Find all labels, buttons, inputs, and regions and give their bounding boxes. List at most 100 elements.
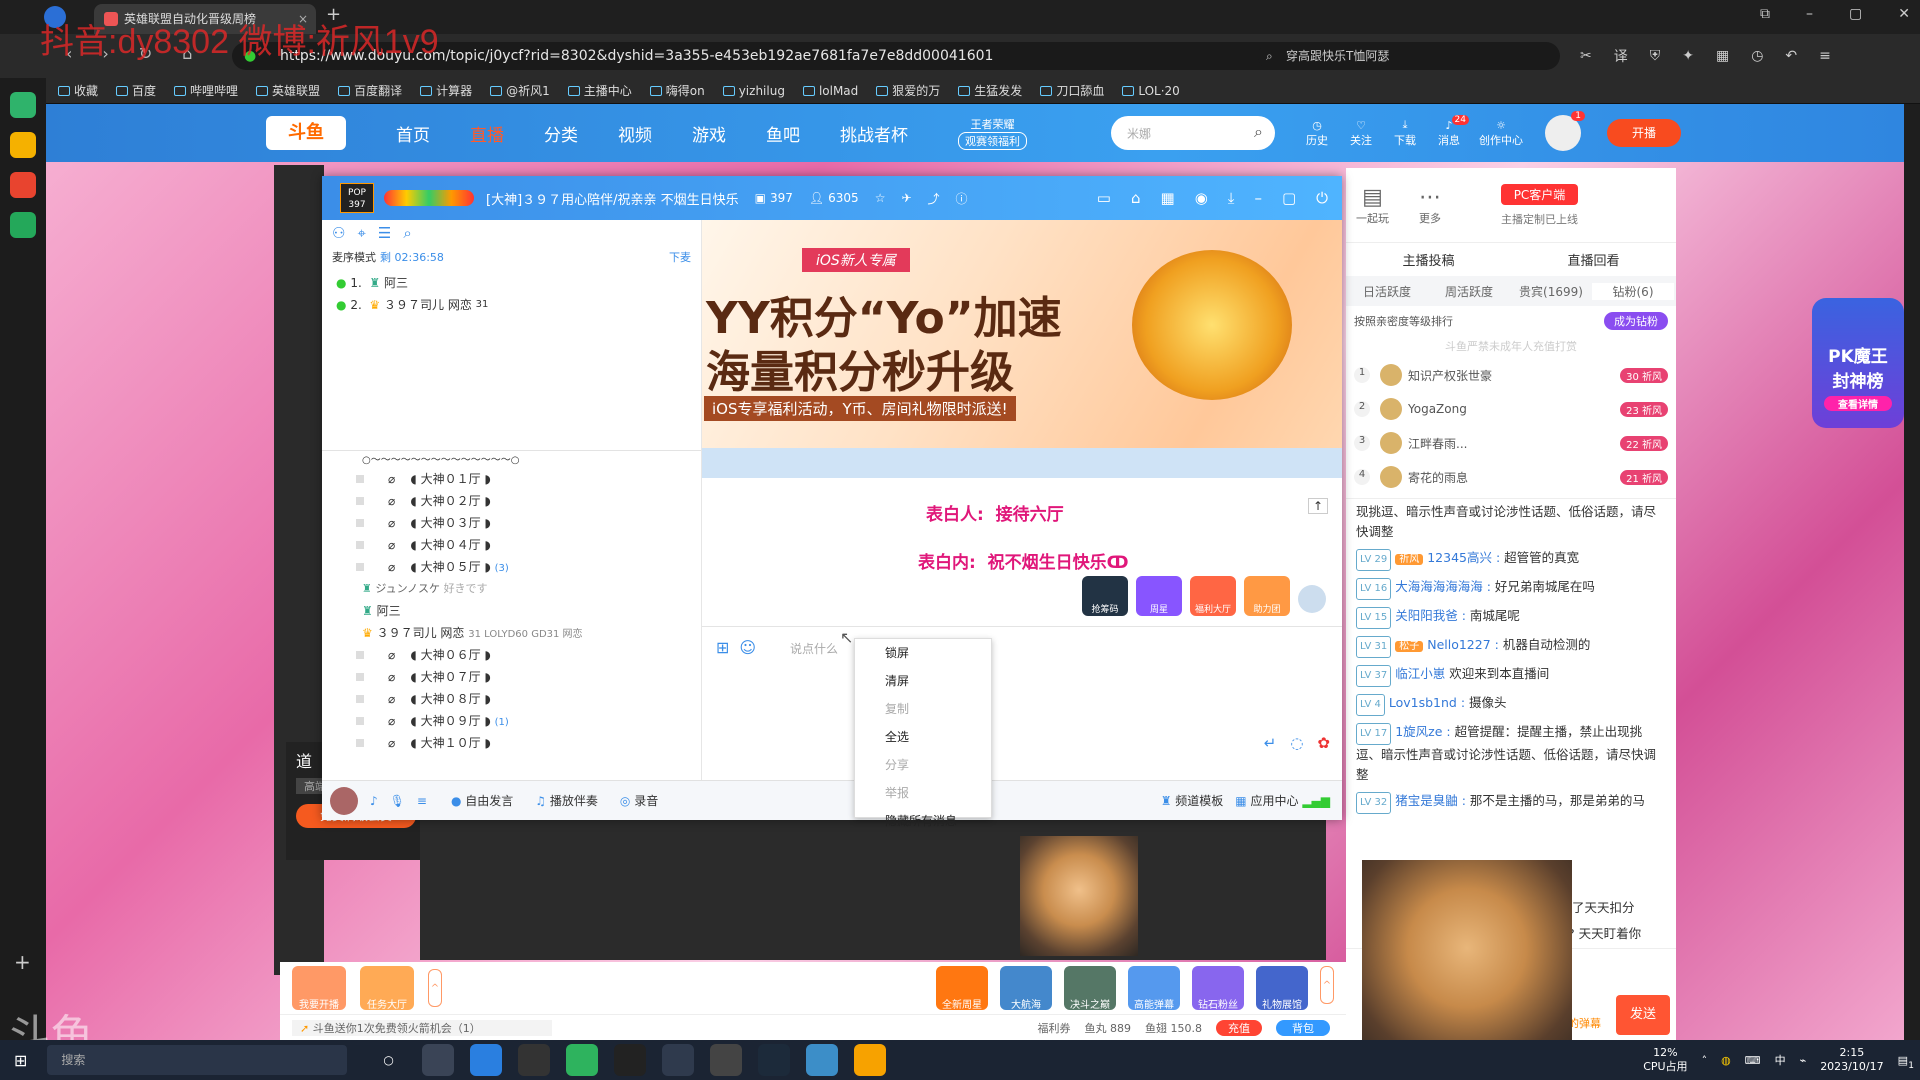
context-menu-item[interactable]: 隐藏所有消息 [855,807,991,835]
leave-mic-link[interactable]: 下麦 [669,249,691,265]
nav-video[interactable]: 视频 [618,121,652,146]
rail-add-icon[interactable] [10,92,36,118]
location-icon[interactable]: ⌖ [357,224,365,242]
app-center[interactable]: ▦ 应用中心 ▂▄▆ [1235,792,1330,809]
channel-row[interactable]: ⌀ ◖ 大神０８厅 ◗ [322,688,701,710]
task-view-icon[interactable]: ○ [383,1053,393,1067]
more-button[interactable]: ⋯ 更多 [1419,185,1441,226]
activity-team-icon[interactable]: 助力团 [1244,576,1290,616]
gift-hall[interactable]: 礼物展馆 [1256,966,1308,1011]
bookmark-item[interactable]: 生猛发发 [958,82,1022,99]
mic-icon[interactable]: 🎙︎ [390,794,405,808]
record[interactable]: ◎ 录音 [620,792,658,809]
start-live-gift[interactable]: 我要开播 [292,966,346,1011]
expand-icon[interactable] [356,475,364,483]
nav-live[interactable]: 直播 [470,121,504,146]
gift-danmu[interactable]: 高能弹幕 [1128,966,1180,1011]
nav-fishbar[interactable]: 鱼吧 [766,121,800,146]
bookmark-item[interactable]: LOL·20 [1122,84,1180,98]
gift-diamond-fans[interactable]: 钻石粉丝 [1192,966,1244,1011]
chat-input[interactable]: 说点什么 [790,640,838,657]
bookmark-item[interactable]: 收藏 [58,82,98,99]
pc-client-button[interactable]: PC客户端 [1501,183,1578,205]
pk-ranking-badge[interactable]: PK魔王 封神榜 查看详情 [1812,298,1904,428]
channel-row[interactable]: ⌀ ◖ 大神０２厅 ◗ [322,490,701,512]
queue-item[interactable]: ● 2. ♛ ３９７司儿 网恋 31 [336,294,687,316]
clock[interactable]: 2:15 2023/10/17 [1820,1046,1883,1074]
gift-voyage[interactable]: 大航海 [1000,966,1052,1011]
context-menu-item[interactable]: 清屏 [855,667,991,695]
gift-weekly-star[interactable]: 全新周星 [936,966,988,1011]
channel-template[interactable]: ♜ 频道模板 [1161,792,1224,809]
channel-row[interactable]: ⌀ ◖ 大神０３厅 ◗ [322,512,701,534]
activity-star-icon[interactable]: 周星 [1136,576,1182,616]
free-speak[interactable]: ● 自由发言 [451,792,513,809]
bookmark-item[interactable]: 主播中心 [567,82,632,99]
channel-row[interactable]: ⌀ ◖ 大神１０厅 ◗ [322,732,701,754]
shield-icon[interactable]: ⛨ [1650,48,1661,64]
replay-link[interactable]: 直播回看 [1567,250,1619,269]
nav-home[interactable]: 首页 [396,121,430,146]
game-icon[interactable]: ✦ [1682,48,1694,64]
activity-chip-icon[interactable]: 抢筹码 [1082,576,1128,616]
expand-icon[interactable] [356,695,364,703]
settings-icon[interactable] [1298,585,1326,613]
tab-diamond[interactable]: 钻粉(6) [1592,282,1674,300]
nav-download[interactable]: ⤓ 下载 [1383,118,1427,148]
channel-row[interactable]: ⌀ ◖ 大神０４厅 ◗ [322,534,701,556]
list-icon[interactable]: ☰ [378,224,391,242]
taskbar-obs-icon[interactable] [613,1044,646,1076]
rocket-tip[interactable]: ➚ 斗鱼送你1次免费领火箭机会（1） [292,1019,552,1036]
gamepad-icon[interactable]: ◉ [1195,189,1208,207]
network-icon[interactable]: ⌁ [1800,1054,1807,1067]
nav-challenger[interactable]: 挑战者杯 [840,121,908,146]
nav-category[interactable]: 分类 [544,121,578,146]
expand-icon[interactable] [356,563,364,571]
nav-follow[interactable]: ♡ 关注 [1339,119,1383,148]
tray-icon[interactable]: ◍ [1721,1054,1731,1067]
bookmark-item[interactable]: 百度 [116,82,156,99]
nav-promo[interactable]: 王者荣耀 观赛领福利 [958,116,1027,150]
welfare-coupon[interactable]: 福利券 [1038,1020,1071,1036]
keyboard-icon[interactable]: ⌨ [1745,1054,1761,1067]
speech-icon[interactable]: ◌ [1290,734,1303,752]
expand-icon[interactable] [356,717,364,725]
share-icon[interactable]: ⤴ [928,190,940,207]
nav-creator[interactable]: ☼ 创作中心 [1471,119,1531,148]
collapse-icon[interactable]: ⤓ [1228,189,1235,207]
bookmark-item[interactable]: 刀口舔血 [1040,82,1104,99]
equalizer-icon[interactable]: ≡ [417,794,427,808]
become-fan-button[interactable]: 成为钻粉 [1604,312,1668,330]
channel-row[interactable]: ⌀ ◖ 大神０９厅 ◗ (1) [322,710,701,732]
channel-row[interactable]: ⌀ ◖ 大神０７厅 ◗ [322,666,701,688]
tray-expand-icon[interactable]: ˄ [1702,1054,1708,1067]
plane-icon[interactable]: ✈ [901,191,911,205]
flower-icon[interactable]: ✿ [1317,734,1330,752]
search-icon[interactable]: ⌕ [403,224,411,242]
tab-vip[interactable]: 贵宾(1699) [1510,283,1592,300]
go-live-button[interactable]: 开播 [1607,119,1681,147]
window-pin-icon[interactable]: ⧉ [1760,6,1770,22]
user-row[interactable]: ♛ ３９７司儿 网恋 31 LOLYD60 GD31 网恋 [322,622,701,644]
context-menu-item[interactable]: 全选 [855,723,991,751]
rail-plus-icon[interactable]: + [14,950,31,974]
bookmark-item[interactable]: lolMad [802,84,858,98]
rail-favorite-icon[interactable] [10,132,36,158]
scroll-top-icon[interactable]: ↑ [1307,498,1328,514]
face-icon[interactable]: ☺ [739,638,756,657]
bookmark-item[interactable]: 哔哩哔哩 [174,82,238,99]
windows-start-icon[interactable]: ⊞ [14,1051,27,1070]
info-icon[interactable]: ⓘ [956,190,968,207]
power-button[interactable]: ⏻ [1316,189,1328,207]
window-close-button[interactable]: ✕ [1898,6,1910,22]
video-icon[interactable]: ▭ [1097,189,1111,207]
tab-weekly[interactable]: 周活跃度 [1428,283,1510,300]
anchor-submit-link[interactable]: 主播投稿 [1402,250,1454,269]
home-icon[interactable]: ⌂ [1131,189,1141,207]
bookmark-item[interactable]: 狠爱的万 [876,82,940,99]
avatar[interactable]: 1 [1545,111,1585,151]
user-row[interactable]: ♜ ジュンノスケ 好きです [322,578,701,600]
browser-search-field[interactable]: ⌕ 穿高跟快乐T恤阿瑟 [1258,42,1560,70]
queue-item[interactable]: ● 1. ♜ 阿三 [336,272,687,294]
own-avatar[interactable] [330,786,358,815]
